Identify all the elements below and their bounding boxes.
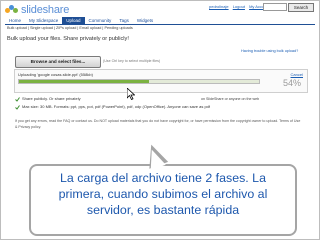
- share-note: on SlideShare or anyone on the web: [201, 97, 260, 101]
- nav-my-slidespace[interactable]: My Slidespace: [25, 17, 62, 24]
- logo-text: slideshare: [21, 4, 70, 16]
- checkmark-icon: [15, 97, 20, 102]
- help-link[interactable]: Having trouble using bulk upload?: [241, 49, 298, 53]
- main-nav: Home My Slidespace Upload Community Tags…: [5, 17, 157, 24]
- uploading-label: Uploading 'google cosas.slide.ppt' (558k…: [18, 72, 93, 77]
- nav-upload[interactable]: Upload: [62, 17, 85, 24]
- progress-bar-fill: [19, 80, 149, 83]
- caption-callout: La carga del archivo tiene 2 fases. La p…: [29, 164, 297, 236]
- progress-percent: 54%: [282, 78, 301, 88]
- progress-bar: [18, 79, 260, 84]
- page-title: Bulk upload your files. Share privately …: [7, 36, 129, 42]
- username-link[interactable]: pedrolinaje: [209, 4, 229, 9]
- max-size-row: Max size: 30 MB. Formats: ppt, pps, pot,…: [15, 103, 210, 111]
- max-size-text: Max size: 30 MB. Formats: ppt, pps, pot,…: [22, 104, 211, 109]
- upload-progress-panel: Uploading 'google cosas.slide.ppt' (558k…: [14, 69, 308, 93]
- logout-link[interactable]: Logout: [233, 4, 245, 9]
- browse-hint: (Use Ctrl key to select multiple files): [103, 59, 161, 63]
- fine-print: If you get any errors, read the FAQ or c…: [15, 119, 301, 129]
- search-button[interactable]: Search: [288, 3, 314, 12]
- cancel-upload-link[interactable]: Cancel: [291, 72, 303, 77]
- mouse-cursor-icon: [126, 87, 136, 105]
- nav-divider: [5, 24, 315, 25]
- slideshare-logo[interactable]: slideshare: [5, 4, 69, 16]
- browse-files-button[interactable]: Browse and select files...: [15, 56, 101, 68]
- upload-options: Share publicly. Or share privately Max s…: [15, 95, 210, 111]
- slide-frame: slideshare pedrolinaje Logout My Account…: [0, 0, 320, 240]
- logo-dots-icon: [5, 5, 19, 15]
- upload-sub-nav[interactable]: Bulk upload | Single upload | ZIPs uploa…: [7, 26, 133, 30]
- nav-community[interactable]: Community: [85, 17, 116, 24]
- share-option-row[interactable]: Share publicly. Or share privately: [15, 95, 210, 103]
- caption-text: La carga del archivo tiene 2 fases. La p…: [58, 171, 268, 217]
- share-option-text: Share publicly. Or share privately: [22, 96, 81, 101]
- nav-widgets[interactable]: Widgets: [133, 17, 157, 24]
- nav-home[interactable]: Home: [5, 17, 25, 24]
- nav-tags[interactable]: Tags: [115, 17, 133, 24]
- checkmark-icon: [15, 105, 20, 110]
- search-input[interactable]: [263, 3, 287, 11]
